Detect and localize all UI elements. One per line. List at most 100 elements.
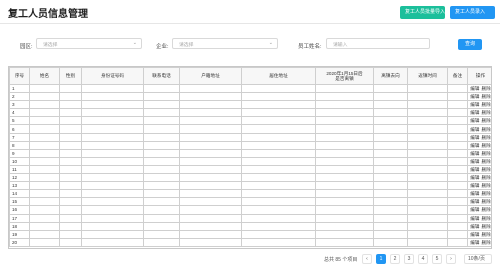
delete-link[interactable]: 删除 <box>482 167 491 172</box>
row-number: 5 <box>9 116 30 126</box>
delete-link[interactable]: 删除 <box>482 127 491 132</box>
delete-link[interactable]: 删除 <box>482 86 491 91</box>
page-size-select[interactable]: 10条/页 <box>464 254 492 264</box>
edit-link[interactable]: 编辑 <box>470 127 479 132</box>
delete-link[interactable]: 删除 <box>482 159 491 164</box>
edit-link[interactable]: 编辑 <box>470 183 479 188</box>
delete-link[interactable]: 删除 <box>482 102 491 107</box>
batch-import-button[interactable]: 复工人员批量导入 <box>400 6 445 19</box>
edit-link[interactable]: 编辑 <box>470 86 479 91</box>
delete-link[interactable]: 删除 <box>482 224 491 229</box>
table-header-row: 序号 姓名 性别 身份证号码 联系电话 户籍地址 居住地址 2020年1月15日后 是否离镇离… <box>9 67 491 85</box>
table-cell <box>29 124 60 134</box>
filter-bar: 园区: 请选择 ⌄ 企业: 请选择 ⌄ 员工姓名: 请输入 <box>0 36 500 56</box>
table-cell <box>373 100 408 110</box>
employee-name-input[interactable]: 请输入 <box>326 38 430 49</box>
delete-link[interactable]: 删除 <box>482 175 491 180</box>
delete-link[interactable]: 删除 <box>482 216 491 221</box>
edit-link[interactable]: 编辑 <box>470 191 479 196</box>
edit-link[interactable]: 编辑 <box>470 232 479 237</box>
delete-link[interactable]: 删除 <box>482 118 491 123</box>
table-cell <box>315 132 374 142</box>
table-cell <box>29 205 60 215</box>
table-cell <box>59 221 82 231</box>
delete-link[interactable]: 删除 <box>482 232 491 237</box>
edit-link[interactable]: 编辑 <box>470 118 479 123</box>
delete-link[interactable]: 删除 <box>482 207 491 212</box>
edit-link[interactable]: 编辑 <box>470 175 479 180</box>
delete-link[interactable]: 删除 <box>482 183 491 188</box>
table-cell <box>447 197 468 207</box>
table-cell <box>447 173 468 183</box>
table-cell <box>59 173 82 183</box>
page-5-button[interactable]: 5 <box>432 254 442 264</box>
delete-link[interactable]: 删除 <box>482 199 491 204</box>
edit-link[interactable]: 编辑 <box>470 199 479 204</box>
edit-link[interactable]: 编辑 <box>470 216 479 221</box>
edit-link[interactable]: 编辑 <box>470 94 479 99</box>
add-person-button[interactable]: 复工人员录入 <box>450 6 495 19</box>
edit-link[interactable]: 编辑 <box>470 102 479 107</box>
table-cell <box>81 164 144 175</box>
prev-page-button[interactable]: ‹ <box>362 254 372 264</box>
delete-link[interactable]: 删除 <box>482 110 491 115</box>
row-number: 15 <box>9 197 30 207</box>
table-cell <box>373 189 408 199</box>
row-actions: 编辑 删除 <box>467 100 491 110</box>
edit-link[interactable]: 编辑 <box>470 143 479 148</box>
table-cell <box>407 108 448 118</box>
table-cell <box>143 156 180 166</box>
row-number: 13 <box>9 181 30 191</box>
page-4-button[interactable]: 4 <box>418 254 428 264</box>
edit-link[interactable]: 编辑 <box>470 207 479 212</box>
table-cell <box>81 189 144 199</box>
delete-link[interactable]: 删除 <box>482 94 491 99</box>
table-cell <box>241 213 316 223</box>
table-cell <box>59 181 82 191</box>
search-button[interactable]: 查询 <box>458 39 482 50</box>
table-cell <box>447 205 468 215</box>
table-cell <box>179 197 242 207</box>
page-1-button[interactable]: 1 <box>376 254 386 264</box>
row-number: 19 <box>9 229 30 239</box>
table-cell <box>143 189 180 199</box>
page-2-button[interactable]: 2 <box>390 254 400 264</box>
delete-link[interactable]: 删除 <box>482 135 491 140</box>
edit-link[interactable]: 编辑 <box>470 224 479 229</box>
row-number: 8 <box>9 140 30 150</box>
pagination: 总共 85 个项目 ‹ 1 2 3 4 5 › 10条/页 <box>0 253 500 267</box>
table-cell <box>407 140 448 150</box>
table-cell <box>407 205 448 215</box>
table-cell <box>447 164 468 175</box>
company-select[interactable]: 请选择 ⌄ <box>172 38 278 49</box>
table-cell <box>241 197 316 207</box>
table-cell <box>59 92 82 102</box>
edit-link[interactable]: 编辑 <box>470 135 479 140</box>
table-cell <box>447 156 468 166</box>
table-cell <box>447 237 468 247</box>
table-cell <box>29 116 60 126</box>
table-cell <box>241 173 316 183</box>
row-actions: 编辑 删除 <box>467 205 491 215</box>
edit-link[interactable]: 编辑 <box>470 240 479 245</box>
table-cell <box>447 148 468 158</box>
table-cell <box>59 124 82 134</box>
table-cell <box>315 100 374 110</box>
edit-link[interactable]: 编辑 <box>470 110 479 115</box>
delete-link[interactable]: 删除 <box>482 191 491 196</box>
delete-link[interactable]: 删除 <box>482 240 491 245</box>
table-row: 13 编辑 删除 <box>9 181 491 191</box>
column-header: 操作 <box>467 67 491 85</box>
edit-link[interactable]: 编辑 <box>470 159 479 164</box>
edit-link[interactable]: 编辑 <box>470 151 479 156</box>
delete-link[interactable]: 删除 <box>482 143 491 148</box>
edit-link[interactable]: 编辑 <box>470 167 479 172</box>
delete-link[interactable]: 删除 <box>482 151 491 156</box>
next-page-button[interactable]: › <box>446 254 456 264</box>
column-header: 离镇去向 <box>373 67 408 85</box>
table-cell <box>179 221 242 231</box>
area-select[interactable]: 请选择 ⌄ <box>36 38 142 49</box>
row-number: 12 <box>9 173 30 183</box>
table-cell <box>315 181 374 191</box>
page-3-button[interactable]: 3 <box>404 254 414 264</box>
